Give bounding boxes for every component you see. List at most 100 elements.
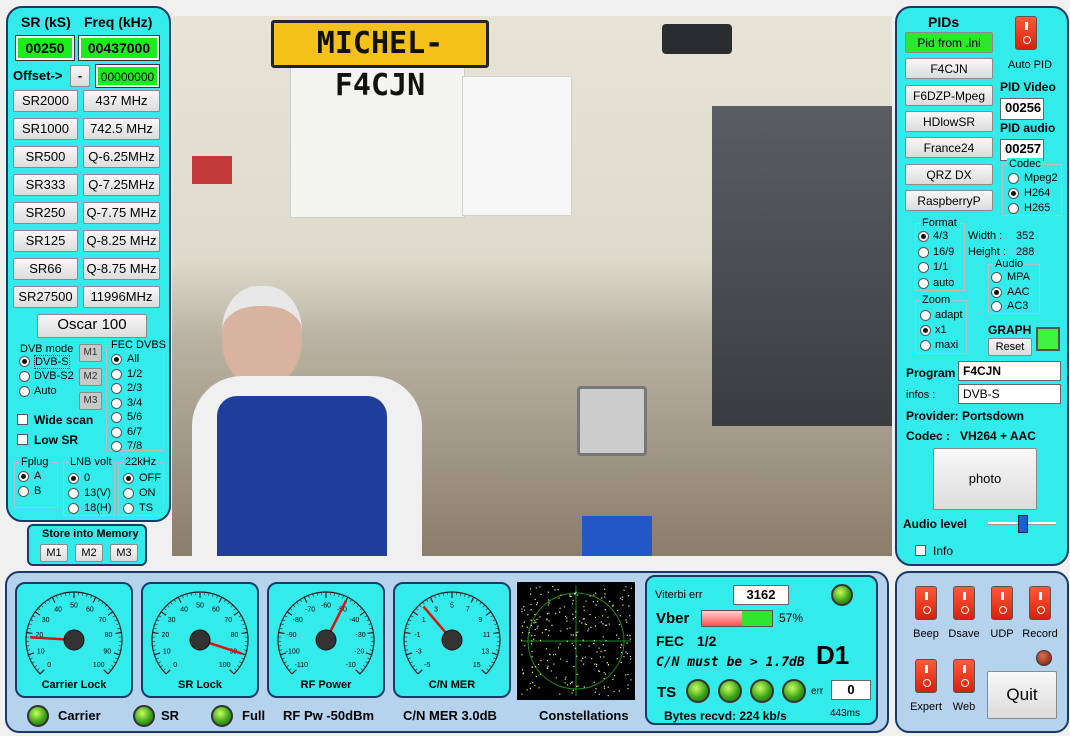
toggle-switch[interactable] — [953, 586, 975, 620]
constellation-point — [622, 604, 624, 606]
gauge-tick-label: 30 — [168, 617, 176, 624]
fec-radio[interactable] — [111, 441, 122, 452]
gauge-tick — [113, 661, 117, 664]
constellation-point — [531, 666, 533, 668]
infos-field[interactable]: DVB-S — [958, 384, 1061, 404]
zoom-radio[interactable] — [920, 340, 931, 351]
freq-preset-button[interactable]: Q-7.75 MHz — [83, 202, 160, 224]
constellation-point — [593, 642, 595, 645]
graph-indicator[interactable] — [1036, 327, 1060, 351]
fec-radio[interactable] — [111, 412, 122, 423]
sr-preset-button[interactable]: SR66 — [13, 258, 78, 280]
freq-preset-button[interactable]: 11996MHz — [83, 286, 160, 308]
freq-preset-button[interactable]: Q-8.25 MHz — [83, 230, 160, 252]
sr-preset-button[interactable]: SR1000 — [13, 118, 78, 140]
store-memory-button[interactable]: M2 — [75, 544, 103, 562]
pid-preset-button[interactable]: F4CJN — [905, 58, 993, 80]
dvb-mode-radio[interactable] — [19, 356, 30, 367]
offset-sign-button[interactable]: - — [70, 65, 90, 87]
constellation-point — [547, 665, 549, 667]
quit-button[interactable]: Quit — [987, 671, 1057, 719]
sr-value-field[interactable]: 00250 — [15, 35, 75, 61]
audio-radio[interactable] — [991, 272, 1002, 283]
lnb-volt-radio[interactable] — [68, 503, 79, 514]
low-sr-checkbox[interactable] — [17, 434, 28, 445]
dvb-mode-radio[interactable] — [19, 371, 30, 382]
dvb-mode-radio[interactable] — [19, 386, 30, 397]
22khz-radio[interactable] — [123, 473, 134, 484]
zoom-radio[interactable] — [920, 310, 931, 321]
sr-preset-button[interactable]: SR27500 — [13, 286, 78, 308]
height-value: 288 — [1016, 246, 1035, 258]
audio-radio[interactable] — [991, 286, 1002, 298]
fec-radio[interactable] — [111, 397, 122, 409]
oscar-100-button[interactable]: Oscar 100 — [37, 314, 147, 338]
fplug-radio[interactable] — [18, 486, 29, 497]
lnb-volt-radio[interactable] — [68, 488, 79, 499]
format-radio[interactable] — [918, 246, 929, 258]
photo-button[interactable]: photo — [933, 448, 1037, 510]
22khz-radio[interactable] — [123, 488, 134, 499]
constellation-point — [620, 662, 622, 664]
memory-recall-button[interactable]: M2 — [79, 368, 102, 386]
toggle-switch[interactable] — [915, 659, 937, 693]
zoom-radio[interactable] — [920, 325, 931, 336]
fec-radio[interactable] — [111, 354, 122, 365]
constellation-point — [560, 594, 562, 596]
lnb-volt-radio[interactable] — [68, 473, 79, 484]
freq-preset-button[interactable]: 742.5 MHz — [83, 118, 160, 140]
fec-radio[interactable] — [111, 383, 122, 394]
codec-radio[interactable] — [1008, 203, 1019, 214]
pid-preset-button[interactable]: QRZ DX — [905, 163, 993, 185]
audio-radio[interactable] — [991, 301, 1002, 312]
fec-radio[interactable] — [111, 426, 122, 438]
lnb-title: LNB volt — [68, 456, 114, 468]
program-field[interactable]: F4CJN — [958, 361, 1061, 381]
freq-preset-button[interactable]: 437 MHz — [83, 90, 160, 112]
wide-scan-checkbox[interactable] — [17, 414, 28, 425]
info-checkbox[interactable] — [915, 545, 926, 556]
toggle-switch[interactable] — [1029, 586, 1051, 620]
sr-preset-button[interactable]: SR125 — [13, 230, 78, 252]
format-radio[interactable] — [918, 231, 929, 242]
toggle-switch[interactable] — [953, 659, 975, 693]
fplug-radio[interactable] — [18, 471, 29, 482]
freq-value-field[interactable]: 00437000 — [78, 35, 160, 61]
toggle-switch[interactable] — [991, 586, 1013, 620]
codec-radio[interactable] — [1008, 173, 1019, 184]
pid-preset-button[interactable]: HDlowSR — [905, 110, 993, 132]
latency-text: 443ms — [830, 708, 861, 719]
offset-value-field[interactable]: 00000000 — [95, 64, 160, 88]
format-radio[interactable] — [918, 277, 929, 289]
reset-button[interactable]: Reset — [988, 338, 1032, 356]
sr-preset-button[interactable]: SR333 — [13, 174, 78, 196]
gauge-tick — [243, 627, 247, 630]
pid-video-field[interactable]: 00256 — [1000, 98, 1044, 120]
fec-radio[interactable] — [111, 368, 122, 380]
memory-recall-button[interactable]: M3 — [79, 392, 102, 410]
freq-preset-button[interactable]: Q-7.25MHz — [83, 174, 160, 196]
sr-preset-button[interactable]: SR250 — [13, 202, 78, 224]
pid-preset-button[interactable]: Pid from .ini — [905, 32, 993, 53]
sr-preset-button[interactable]: SR500 — [13, 146, 78, 168]
pid-preset-button[interactable]: France24 — [905, 137, 993, 159]
freq-preset-button[interactable]: Q-6.25MHz — [83, 146, 160, 168]
sr-preset-button[interactable]: SR2000 — [13, 90, 78, 112]
store-memory-button[interactable]: M1 — [40, 544, 68, 562]
audio-level-slider[interactable] — [1018, 515, 1028, 533]
memory-recall-button[interactable]: M1 — [79, 344, 102, 362]
pid-preset-button[interactable]: F6DZP-Mpeg — [905, 84, 993, 106]
gauge-tick — [359, 611, 366, 616]
store-memory-button[interactable]: M3 — [110, 544, 138, 562]
gauge-tick-label: -10 — [346, 662, 356, 669]
gauge-tick — [182, 595, 184, 599]
toggle-switch[interactable] — [915, 586, 937, 620]
pid-preset-button[interactable]: RaspberryP — [905, 189, 993, 211]
format-radio[interactable] — [918, 262, 929, 273]
constellation-point — [625, 586, 627, 588]
22khz-radio[interactable] — [123, 503, 134, 514]
auto-pid-toggle[interactable] — [1015, 16, 1037, 50]
codec-radio[interactable] — [1008, 188, 1019, 199]
gauge-tick — [156, 619, 160, 622]
freq-preset-button[interactable]: Q-8.75 MHz — [83, 258, 160, 280]
